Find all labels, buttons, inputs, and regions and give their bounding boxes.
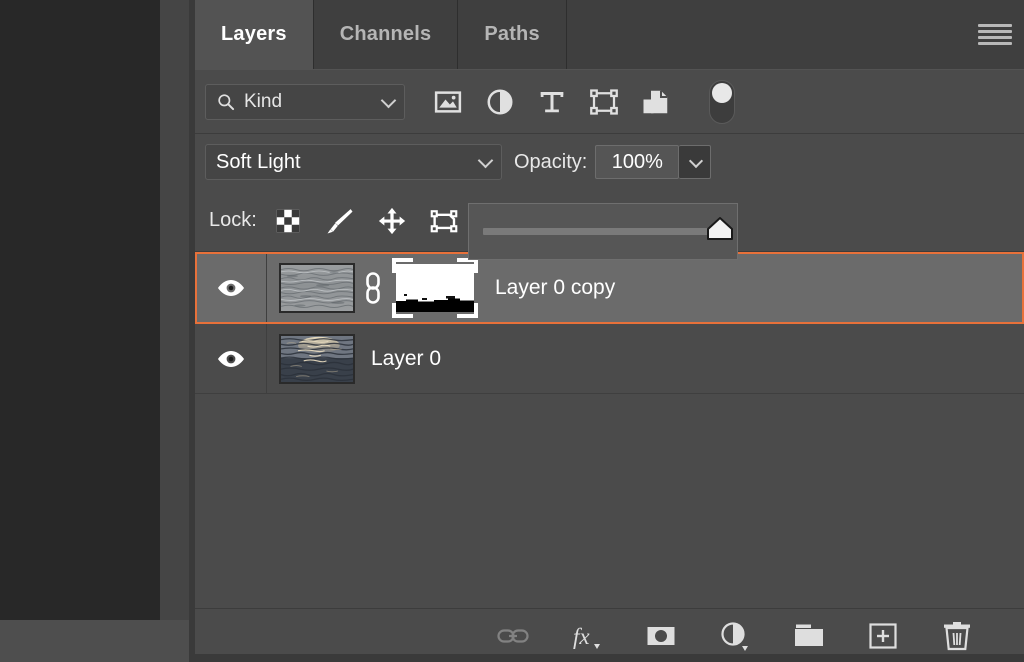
layer-name[interactable]: Layer 0 [371,347,441,371]
layer-visibility-cell[interactable] [195,324,267,393]
layer-visibility-cell[interactable] [195,252,267,323]
layers-panel: Layers Channels Paths Kind [195,0,1024,662]
layer-thumbnail[interactable] [279,334,355,384]
lock-image-pixels-icon[interactable] [325,206,355,236]
pixel-layer-filter-icon[interactable] [433,87,463,117]
filter-kind-label: Kind [244,91,282,113]
new-layer-icon[interactable] [866,619,900,653]
eye-icon[interactable] [216,348,246,370]
opacity-slider-button[interactable] [679,145,711,179]
filter-toggle-knob [712,83,732,103]
opacity-slider-handle[interactable] [705,216,735,242]
tab-channels-label: Channels [340,23,432,46]
tab-layers[interactable]: Layers [195,0,314,69]
opacity-slider-popup[interactable] [468,203,738,260]
filter-type-icons [433,80,735,124]
panel-bottom-edge [195,654,1024,662]
layer-mask-thumbnail-wrap[interactable] [391,257,479,319]
layer-name[interactable]: Layer 0 copy [495,276,615,300]
opacity-input[interactable]: 100% [595,145,679,179]
hamburger-menu-icon[interactable] [978,21,1012,49]
tab-layers-label: Layers [221,23,287,46]
search-icon [216,92,236,112]
lock-position-icon[interactable] [377,206,407,236]
adjustment-layer-filter-icon[interactable] [485,87,515,117]
lock-transparent-pixels-icon[interactable] [273,206,303,236]
layer-filter-row: Kind [195,70,1024,134]
tab-paths[interactable]: Paths [458,0,566,69]
layer-thumbnail-wrap[interactable] [279,263,355,313]
new-group-icon[interactable] [792,619,826,653]
panel-tab-bar: Layers Channels Paths [195,0,1024,70]
new-adjustment-layer-icon[interactable] [718,619,752,653]
tab-paths-label: Paths [484,23,539,46]
layer-style-fx-icon[interactable]: fx [570,619,604,653]
delete-layer-icon[interactable] [940,619,974,653]
chevron-down-icon [689,154,703,168]
canvas-horizontal-scrollbar[interactable] [0,620,160,662]
opacity-label: Opacity: [514,151,587,174]
mask-selection-brackets [391,257,479,319]
filter-kind-dropdown[interactable]: Kind [205,84,405,120]
blend-mode-dropdown[interactable]: Soft Light [205,144,502,180]
tab-bar-filler [567,0,1024,69]
filter-enable-toggle[interactable] [709,80,735,124]
photoshop-layers-panel-screenshot: Layers Channels Paths Kind [0,0,1024,662]
document-canvas-area [0,0,160,620]
link-layers-icon[interactable] [496,619,530,653]
table-row[interactable]: Layer 0 copy [195,252,1024,324]
lock-label: Lock: [209,209,257,232]
tab-channels[interactable]: Channels [314,0,459,69]
layer-thumbnail-wrap[interactable] [279,334,355,384]
layers-list: Layer 0 copy [195,252,1024,394]
mask-link-icon[interactable] [363,271,383,305]
layer-thumbnail[interactable] [279,263,355,313]
type-layer-filter-icon[interactable] [537,87,567,117]
lock-icons [273,206,459,236]
add-layer-mask-icon[interactable] [644,619,678,653]
eye-icon[interactable] [216,277,246,299]
chevron-down-icon [478,153,494,169]
shape-layer-filter-icon[interactable] [589,87,619,117]
blend-mode-value: Soft Light [216,151,301,174]
lock-artboard-nesting-icon[interactable] [429,206,459,236]
table-row[interactable]: Layer 0 [195,324,1024,394]
chevron-down-icon [381,92,397,108]
opacity-slider-track[interactable] [483,228,723,235]
svg-text:fx: fx [573,624,590,649]
smart-object-filter-icon[interactable] [641,87,671,117]
blend-mode-row: Soft Light Opacity: 100% [195,134,1024,190]
